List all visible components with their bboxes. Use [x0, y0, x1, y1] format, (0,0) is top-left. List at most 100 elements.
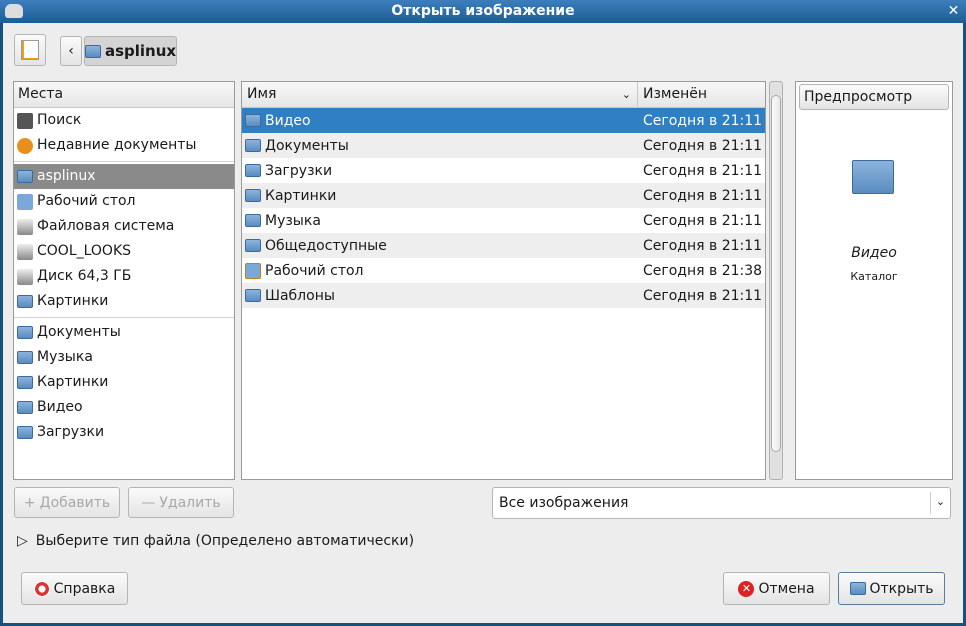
places-item[interactable]: Музыка	[14, 345, 234, 370]
file-row[interactable]: Шаблоны Сегодня в 21:11	[242, 283, 765, 308]
help-label: Справка	[53, 580, 116, 597]
places-item-label: Поиск	[37, 112, 82, 128]
folder-icon	[17, 376, 33, 389]
file-name: Шаблоны	[265, 287, 335, 304]
places-item[interactable]: Документы	[14, 320, 234, 345]
home-folder-icon	[17, 170, 33, 183]
path-label: asplinux	[104, 42, 177, 60]
places-item[interactable]: asplinux	[14, 164, 234, 189]
plus-icon: +	[23, 494, 36, 511]
file-filter-combo[interactable]: Все изображения ⌄	[492, 487, 951, 519]
preview-name: Видео	[851, 245, 897, 261]
folder-icon	[17, 351, 33, 364]
places-item[interactable]: Файловая система	[14, 214, 234, 239]
chevron-left-icon: ‹	[68, 43, 74, 59]
help-button[interactable]: Справка	[21, 572, 128, 605]
open-label: Открыть	[869, 580, 934, 597]
file-modified: Сегодня в 21:11	[643, 112, 763, 129]
file-name-cell: Общедоступные	[242, 238, 637, 254]
folder-icon	[17, 426, 33, 439]
file-modified: Сегодня в 21:38	[643, 262, 763, 279]
places-item[interactable]: Загрузки	[14, 420, 234, 445]
file-row[interactable]: Картинки Сегодня в 21:11	[242, 183, 765, 208]
places-item[interactable]: Картинки	[14, 289, 234, 314]
file-modified: Сегодня в 21:11	[643, 237, 763, 254]
path-back-button[interactable]: ‹	[60, 36, 82, 66]
file-list-pane: Имя ⌄ Изменён Видео Сегодня в 21:11 Докумен…	[241, 81, 766, 480]
folder-icon	[852, 160, 894, 194]
column-modified-label: Изменён	[643, 86, 708, 102]
places-item-label: Диск 64,3 ГБ	[37, 268, 132, 284]
recent-icon	[17, 137, 33, 154]
places-item[interactable]: Рабочий стол	[14, 189, 234, 214]
scrollbar-thumb[interactable]	[771, 95, 781, 452]
places-separator	[14, 158, 234, 162]
file-modified: Сегодня в 21:11	[643, 212, 763, 229]
places-item-label: Файловая система	[37, 218, 175, 234]
open-button[interactable]: Открыть	[838, 572, 945, 605]
places-item[interactable]: Недавние документы	[14, 133, 234, 158]
remove-bookmark-button[interactable]: — Удалить	[128, 487, 234, 518]
folder-icon	[245, 214, 261, 227]
add-bookmark-button[interactable]: + Добавить	[14, 487, 120, 518]
places-item-label: Документы	[37, 324, 121, 340]
file-name: Документы	[265, 137, 349, 154]
places-item[interactable]: COOL_LOOKS	[14, 239, 234, 264]
cancel-label: Отмена	[758, 580, 815, 597]
expander-label: Выберите тип файла (Определено автоматич…	[35, 533, 415, 549]
open-folder-icon	[849, 582, 866, 595]
file-name-cell: Музыка	[242, 213, 637, 229]
minus-icon: —	[141, 494, 156, 511]
places-header[interactable]: Места	[14, 82, 234, 108]
file-name: Видео	[265, 112, 311, 129]
file-row[interactable]: Видео Сегодня в 21:11	[242, 108, 765, 133]
file-name: Рабочий стол	[265, 262, 364, 279]
file-list-scrollbar[interactable]	[769, 81, 783, 480]
places-item[interactable]: Картинки	[14, 370, 234, 395]
folder-icon	[17, 295, 33, 308]
file-row[interactable]: Рабочий стол Сегодня в 21:38	[242, 258, 765, 283]
expander-arrow-icon: ▷	[17, 533, 28, 549]
file-row[interactable]: Музыка Сегодня в 21:11	[242, 208, 765, 233]
path-button-asplinux[interactable]: asplinux	[84, 36, 177, 66]
places-item[interactable]: Поиск	[14, 108, 234, 133]
cancel-button[interactable]: ✕ Отмена	[723, 572, 830, 605]
file-name-cell: Видео	[242, 113, 637, 129]
folder-icon	[245, 189, 261, 202]
places-item[interactable]: Видео	[14, 395, 234, 420]
file-row[interactable]: Общедоступные Сегодня в 21:11	[242, 233, 765, 258]
filter-selected: Все изображения	[499, 495, 629, 511]
file-name: Загрузки	[265, 162, 333, 179]
drive-icon	[17, 268, 33, 285]
desktop-icon	[245, 262, 261, 279]
file-type-expander[interactable]: ▷ Выберите тип файла (Определено автомати…	[17, 533, 414, 549]
column-name[interactable]: Имя ⌄	[242, 82, 638, 107]
file-modified: Сегодня в 21:11	[643, 137, 763, 154]
places-item[interactable]: Диск 64,3 ГБ	[14, 264, 234, 289]
sort-chevron-icon: ⌄	[621, 88, 631, 101]
file-row[interactable]: Документы Сегодня в 21:11	[242, 133, 765, 158]
places-item-label: COOL_LOOKS	[37, 243, 132, 259]
file-name: Общедоступные	[265, 237, 387, 254]
close-icon[interactable]: ✕	[945, 3, 962, 20]
lifebuoy-icon	[33, 580, 50, 597]
places-item-label: Загрузки	[37, 424, 105, 440]
home-folder-icon	[84, 44, 101, 58]
file-name-cell: Картинки	[242, 188, 637, 204]
edit-icon	[21, 40, 39, 60]
drive-icon	[17, 218, 33, 235]
file-name-cell: Загрузки	[242, 163, 637, 179]
places-item-label: Музыка	[37, 349, 93, 365]
file-modified: Сегодня в 21:11	[643, 162, 763, 179]
folder-icon	[245, 164, 261, 177]
file-modified: Сегодня в 21:11	[643, 187, 763, 204]
file-name: Музыка	[265, 212, 321, 229]
column-modified[interactable]: Изменён	[638, 82, 707, 107]
places-item-label: Картинки	[37, 293, 109, 309]
file-row[interactable]: Загрузки Сегодня в 21:11	[242, 158, 765, 183]
file-list-header: Имя ⌄ Изменён	[242, 82, 765, 108]
type-location-button[interactable]	[14, 34, 46, 66]
preview-type: Каталог	[850, 270, 898, 283]
file-dialog: ‹ asplinux Места Поиск Недавние документы…	[3, 23, 963, 623]
folder-icon	[245, 289, 261, 302]
